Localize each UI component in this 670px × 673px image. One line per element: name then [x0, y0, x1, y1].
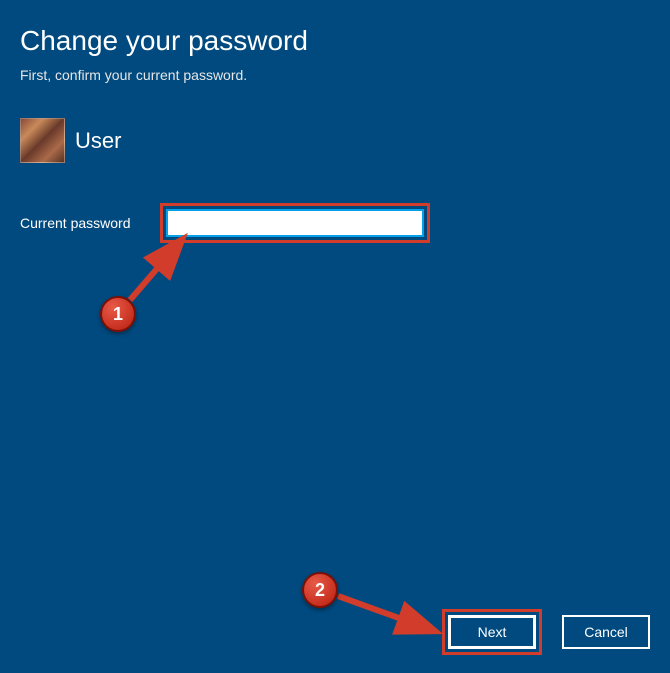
annotation-arrow-1: [118, 228, 198, 308]
footer-buttons: Next Cancel: [442, 609, 650, 655]
avatar: [20, 118, 65, 163]
next-button[interactable]: Next: [448, 615, 536, 649]
annotation-highlight-2: Next: [442, 609, 542, 655]
username: User: [75, 128, 121, 154]
current-password-row: Current password: [0, 163, 670, 243]
user-block: User: [0, 83, 670, 163]
annotation-marker-2: 2: [302, 572, 338, 608]
cancel-button[interactable]: Cancel: [562, 615, 650, 649]
page-title: Change your password: [0, 0, 670, 57]
annotation-marker-1: 1: [100, 296, 136, 332]
annotation-arrow-2: [332, 586, 452, 646]
current-password-input[interactable]: [166, 209, 424, 237]
annotation-highlight-1: [160, 203, 430, 243]
page-subtitle: First, confirm your current password.: [0, 57, 670, 83]
